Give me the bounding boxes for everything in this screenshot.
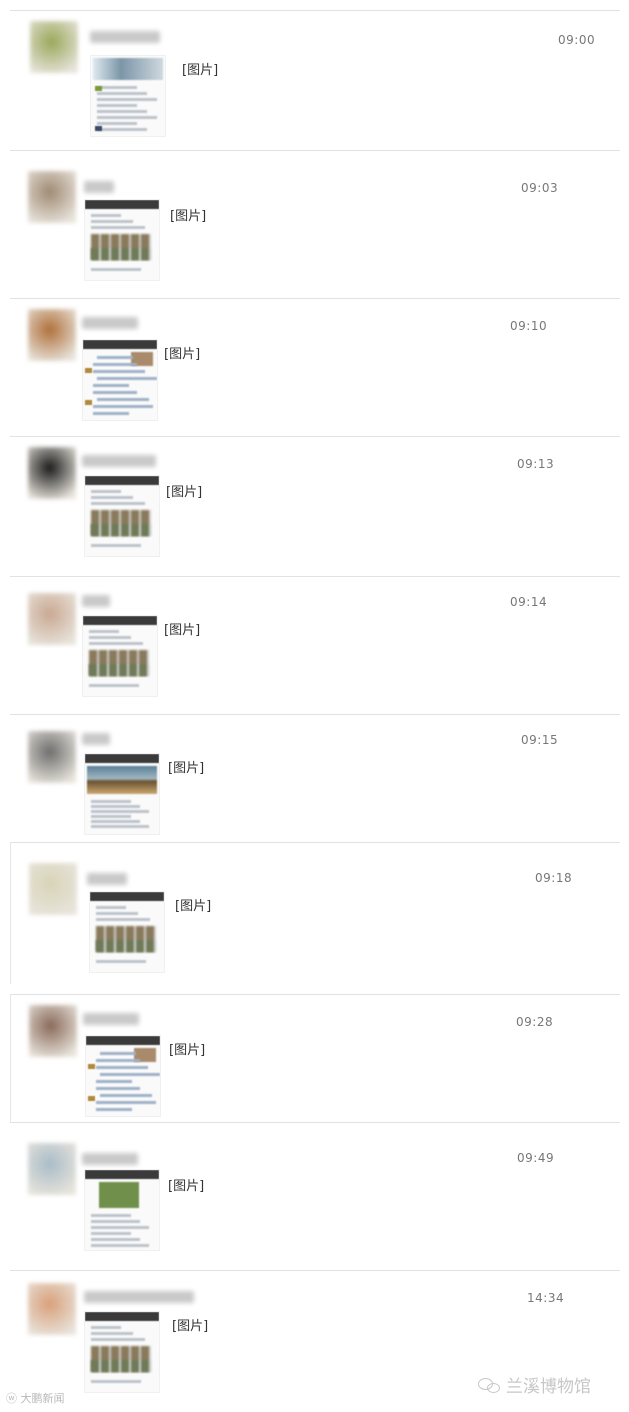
avatar[interactable] xyxy=(28,447,76,499)
watermark-left-text: 大鹏新闻 xyxy=(20,1392,65,1405)
message-type-label: [图片] xyxy=(168,1179,205,1194)
chat-row[interactable]: 09:00 [图片] xyxy=(10,10,620,150)
sender-name-blurred xyxy=(87,873,127,885)
sender-name-blurred xyxy=(84,181,114,193)
screenshot-thumbnail[interactable] xyxy=(84,1169,160,1251)
avatar[interactable] xyxy=(28,1143,76,1195)
message-type-label: [图片] xyxy=(170,209,207,224)
avatar[interactable] xyxy=(28,1283,76,1335)
sender-name-blurred xyxy=(90,31,160,43)
screenshot-thumbnail[interactable] xyxy=(89,891,165,973)
screenshot-thumbnail[interactable] xyxy=(84,475,160,557)
message-type-label: [图片] xyxy=(168,761,205,776)
screenshot-thumbnail[interactable] xyxy=(82,615,158,697)
screenshot-thumbnail[interactable] xyxy=(90,55,166,137)
message-time: 09:13 xyxy=(517,457,555,471)
sender-name-blurred xyxy=(84,1291,194,1303)
message-type-label: [图片] xyxy=(166,485,203,500)
message-type-label: [图片] xyxy=(164,347,201,362)
sender-name-blurred xyxy=(82,595,110,607)
message-time: 09:18 xyxy=(535,871,573,885)
screenshot-thumbnail[interactable] xyxy=(84,199,160,281)
chat-row[interactable]: 09:13 [图片] xyxy=(10,436,620,576)
avatar[interactable] xyxy=(28,593,76,645)
message-type-label: [图片] xyxy=(164,623,201,638)
avatar[interactable] xyxy=(28,731,76,783)
watermark-right-text: 兰溪博物馆 xyxy=(506,1377,591,1397)
message-time: 14:34 xyxy=(527,1291,565,1305)
message-time: 09:14 xyxy=(510,595,548,609)
sender-name-blurred xyxy=(83,1013,139,1025)
message-time: 09:03 xyxy=(521,181,559,195)
sender-name-blurred xyxy=(82,455,156,467)
message-type-label: [图片] xyxy=(182,63,219,78)
chat-row[interactable]: 09:15 [图片] xyxy=(10,714,620,842)
message-time: 09:00 xyxy=(558,33,596,47)
sender-name-blurred xyxy=(82,317,138,329)
message-type-label: [图片] xyxy=(169,1043,206,1058)
weibo-icon: ⓦ xyxy=(6,1392,17,1405)
message-type-label: [图片] xyxy=(172,1319,209,1334)
screenshot-thumbnail[interactable] xyxy=(82,339,158,421)
screenshot-thumbnail[interactable] xyxy=(84,753,160,835)
avatar[interactable] xyxy=(29,1005,77,1057)
sender-name-blurred xyxy=(82,1153,138,1165)
chat-row[interactable]: 09:10 [图片] xyxy=(10,298,620,424)
chat-row[interactable]: 09:28 [图片] xyxy=(10,994,620,1122)
message-time: 09:49 xyxy=(517,1151,555,1165)
screenshot-thumbnail[interactable] xyxy=(84,1311,160,1393)
chat-row[interactable]: 09:03 [图片] xyxy=(10,150,620,298)
avatar[interactable] xyxy=(29,863,77,915)
screenshot-thumbnail[interactable] xyxy=(85,1035,161,1117)
avatar[interactable] xyxy=(28,309,76,361)
message-time: 09:10 xyxy=(510,319,548,333)
message-type-label: [图片] xyxy=(175,899,212,914)
message-time: 09:28 xyxy=(516,1015,554,1029)
avatar[interactable] xyxy=(30,21,78,73)
chat-row[interactable]: 09:18 [图片] xyxy=(10,842,620,984)
watermark-right: 兰溪博物馆 xyxy=(478,1372,591,1397)
wechat-icon xyxy=(478,1376,502,1394)
avatar[interactable] xyxy=(28,171,76,223)
chat-row[interactable]: 09:49 [图片] xyxy=(10,1122,620,1258)
watermark-left: ⓦ 大鹏新闻 xyxy=(6,1390,65,1406)
message-time: 09:15 xyxy=(521,733,559,747)
sender-name-blurred xyxy=(82,733,110,745)
chat-row[interactable]: 09:14 [图片] xyxy=(10,576,620,702)
